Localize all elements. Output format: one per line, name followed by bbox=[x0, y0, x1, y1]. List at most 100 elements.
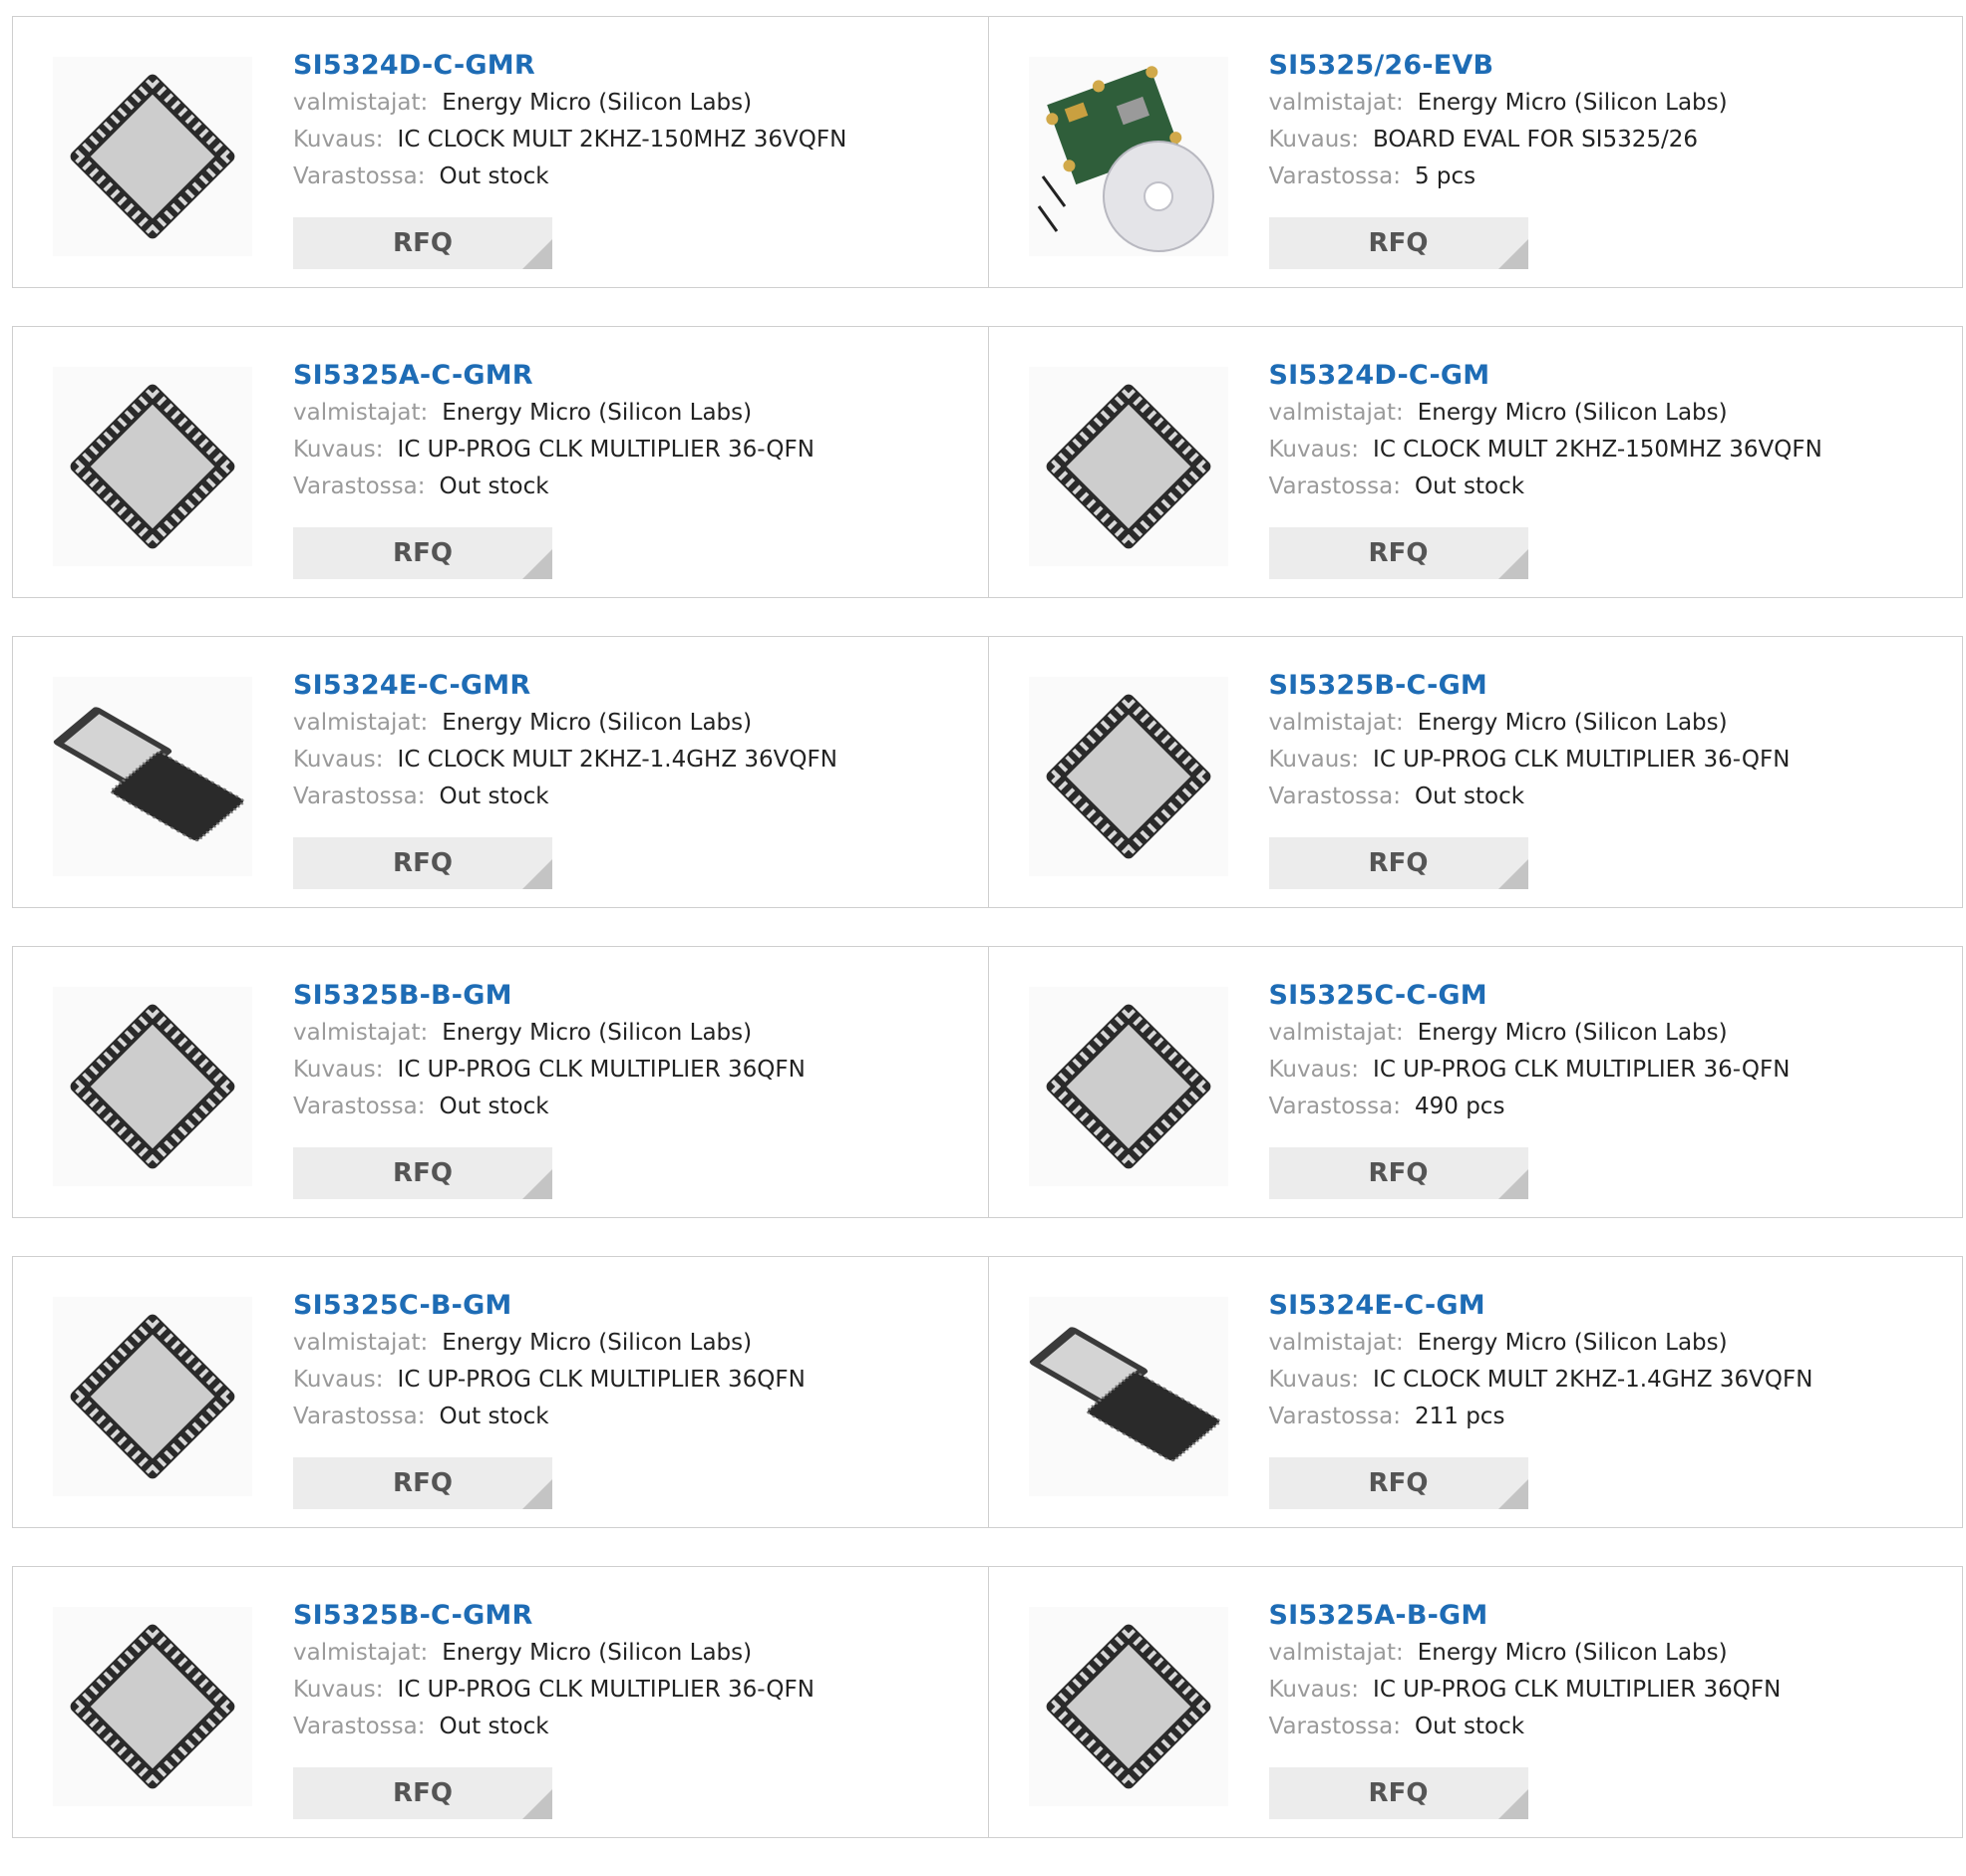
part-number-link[interactable]: SI5325C-B-GM bbox=[293, 1287, 978, 1325]
manufacturer-line: valmistajat: Energy Micro (Silicon Labs) bbox=[1269, 1015, 1953, 1052]
rfq-button[interactable]: RFQ bbox=[293, 217, 552, 269]
manufacturer-line: valmistajat: Energy Micro (Silicon Labs) bbox=[293, 395, 978, 432]
qfn-chip-pair-icon bbox=[53, 707, 245, 842]
rfq-label: RFQ bbox=[393, 1158, 453, 1188]
stock-label: Varastossa: bbox=[1268, 783, 1401, 809]
stock-line: Varastossa: 490 pcs bbox=[1269, 1089, 1953, 1125]
stock-value: 5 pcs bbox=[1414, 163, 1476, 189]
corner-triangle-icon bbox=[1497, 549, 1528, 579]
corner-triangle-icon bbox=[1497, 239, 1528, 269]
product-image[interactable] bbox=[1028, 1607, 1228, 1806]
manufacturer-line: valmistajat: Energy Micro (Silicon Labs) bbox=[1269, 395, 1953, 432]
stock-label: Varastossa: bbox=[293, 163, 426, 189]
rfq-button[interactable]: RFQ bbox=[293, 527, 552, 579]
part-number-link[interactable]: SI5325B-B-GM bbox=[293, 977, 978, 1015]
product-image[interactable] bbox=[1028, 367, 1228, 566]
product-image[interactable] bbox=[1028, 677, 1228, 876]
description-value: IC CLOCK MULT 2KHZ-1.4GHZ 36VQFN bbox=[1373, 1367, 1813, 1393]
part-number-link[interactable]: SI5325C-C-GM bbox=[1269, 977, 1953, 1015]
product-info: SI5324D-C-GMR valmistajat: Energy Micro (S… bbox=[293, 47, 978, 195]
stock-line: Varastossa: Out stock bbox=[293, 1089, 978, 1125]
part-number-link[interactable]: SI5325/26-EVB bbox=[1269, 47, 1953, 85]
product-image[interactable] bbox=[53, 1297, 252, 1496]
manufacturer-line: valmistajat: Energy Micro (Silicon Labs) bbox=[1269, 85, 1953, 122]
part-number-link[interactable]: SI5324E-C-GM bbox=[1269, 1287, 1953, 1325]
product-image[interactable] bbox=[53, 57, 252, 256]
rfq-button[interactable]: RFQ bbox=[1268, 1457, 1528, 1509]
rfq-button[interactable]: RFQ bbox=[1268, 1147, 1528, 1199]
part-number-link[interactable]: SI5325B-C-GMR bbox=[293, 1597, 978, 1635]
description-value: IC UP-PROG CLK MULTIPLIER 36QFN bbox=[397, 1057, 806, 1083]
rfq-button[interactable]: RFQ bbox=[293, 1147, 552, 1199]
stock-value: Out stock bbox=[439, 783, 549, 809]
product-image[interactable] bbox=[1028, 987, 1228, 1186]
rfq-label: RFQ bbox=[393, 1468, 453, 1498]
product-image[interactable] bbox=[1028, 57, 1228, 256]
product-image[interactable] bbox=[53, 677, 252, 876]
product-info: SI5325B-C-GMR valmistajat: Energy Micro (S… bbox=[293, 1597, 978, 1745]
product-row: SI5325B-B-GM valmistajat: Energy Micro (Si… bbox=[12, 946, 1963, 1218]
product-info: SI5325C-B-GM valmistajat: Energy Micro (Si… bbox=[293, 1287, 978, 1435]
stock-label: Varastossa: bbox=[1268, 1404, 1401, 1429]
manufacturer-value: Energy Micro (Silicon Labs) bbox=[1417, 1640, 1728, 1666]
product-image[interactable] bbox=[53, 367, 252, 566]
corner-triangle-icon bbox=[1497, 859, 1528, 889]
rfq-button[interactable]: RFQ bbox=[1268, 527, 1528, 579]
stock-label: Varastossa: bbox=[1268, 473, 1401, 499]
description-label: Kuvaus: bbox=[293, 127, 384, 153]
rfq-button[interactable]: RFQ bbox=[1268, 1767, 1528, 1819]
stock-label: Varastossa: bbox=[1268, 1094, 1401, 1119]
manufacturer-value: Energy Micro (Silicon Labs) bbox=[442, 1330, 753, 1356]
product-row: SI5324D-C-GMR valmistajat: Energy Micro (S… bbox=[12, 16, 1963, 288]
manufacturer-value: Energy Micro (Silicon Labs) bbox=[1417, 1020, 1728, 1046]
qfn-chip-icon bbox=[70, 1314, 235, 1479]
manufacturer-label: valmistajat: bbox=[293, 1020, 429, 1046]
part-number-link[interactable]: SI5324D-C-GMR bbox=[293, 47, 978, 85]
description-label: Kuvaus: bbox=[1268, 1367, 1360, 1393]
stock-line: Varastossa: Out stock bbox=[293, 1399, 978, 1435]
product-row: SI5324E-C-GMR valmistajat: Energy Micro (S… bbox=[12, 636, 1963, 908]
product-image[interactable] bbox=[53, 987, 252, 1186]
product-image[interactable] bbox=[53, 1607, 252, 1806]
rfq-button[interactable]: RFQ bbox=[293, 837, 552, 889]
part-number-link[interactable]: SI5324E-C-GMR bbox=[293, 667, 978, 705]
corner-triangle-icon bbox=[1497, 1169, 1528, 1199]
description-value: IC CLOCK MULT 2KHZ-150MHZ 36VQFN bbox=[397, 127, 847, 153]
manufacturer-value: Energy Micro (Silicon Labs) bbox=[1417, 710, 1728, 736]
stock-value: Out stock bbox=[1414, 473, 1525, 499]
description-line: Kuvaus: IC CLOCK MULT 2KHZ-1.4GHZ 36VQFN bbox=[1269, 1362, 1953, 1399]
stock-label: Varastossa: bbox=[1268, 1714, 1401, 1739]
manufacturer-label: valmistajat: bbox=[293, 400, 429, 426]
manufacturer-value: Energy Micro (Silicon Labs) bbox=[1417, 90, 1728, 116]
product-card: SI5325C-C-GM valmistajat: Energy Micro (Si… bbox=[987, 947, 1963, 1217]
part-number-link[interactable]: SI5325A-C-GMR bbox=[293, 357, 978, 395]
rfq-button[interactable]: RFQ bbox=[293, 1767, 552, 1819]
rfq-button[interactable]: RFQ bbox=[1268, 217, 1528, 269]
description-label: Kuvaus: bbox=[293, 1057, 384, 1083]
description-label: Kuvaus: bbox=[1268, 1677, 1360, 1703]
part-number-link[interactable]: SI5325B-C-GM bbox=[1269, 667, 1953, 705]
stock-label: Varastossa: bbox=[1268, 163, 1401, 189]
rfq-label: RFQ bbox=[393, 228, 453, 258]
product-image[interactable] bbox=[1028, 1297, 1228, 1496]
product-info: SI5325/26-EVB valmistajat: Energy Micro (S… bbox=[1269, 47, 1953, 195]
product-card: SI5325/26-EVB valmistajat: Energy Micro (S… bbox=[987, 17, 1963, 287]
description-line: Kuvaus: BOARD EVAL FOR SI5325/26 bbox=[1269, 122, 1953, 158]
rfq-button[interactable]: RFQ bbox=[1268, 837, 1528, 889]
qfn-chip-icon bbox=[1046, 1624, 1210, 1789]
corner-triangle-icon bbox=[522, 239, 552, 269]
product-card: SI5324D-C-GM valmistajat: Energy Micro (Si… bbox=[987, 327, 1963, 597]
manufacturer-value: Energy Micro (Silicon Labs) bbox=[442, 710, 753, 736]
part-number-link[interactable]: SI5324D-C-GM bbox=[1269, 357, 1953, 395]
product-card: SI5325C-B-GM valmistajat: Energy Micro (Si… bbox=[13, 1257, 988, 1527]
part-number-link[interactable]: SI5325A-B-GM bbox=[1269, 1597, 1953, 1635]
manufacturer-value: Energy Micro (Silicon Labs) bbox=[1417, 1330, 1728, 1356]
description-value: IC UP-PROG CLK MULTIPLIER 36-QFN bbox=[397, 1677, 815, 1703]
manufacturer-line: valmistajat: Energy Micro (Silicon Labs) bbox=[293, 1015, 978, 1052]
description-line: Kuvaus: IC UP-PROG CLK MULTIPLIER 36-QFN bbox=[293, 1672, 978, 1709]
manufacturer-value: Energy Micro (Silicon Labs) bbox=[1417, 400, 1728, 426]
rfq-button[interactable]: RFQ bbox=[293, 1457, 552, 1509]
qfn-chip-icon bbox=[1046, 1004, 1210, 1169]
stock-value: Out stock bbox=[439, 1714, 549, 1739]
rfq-label: RFQ bbox=[393, 848, 453, 878]
